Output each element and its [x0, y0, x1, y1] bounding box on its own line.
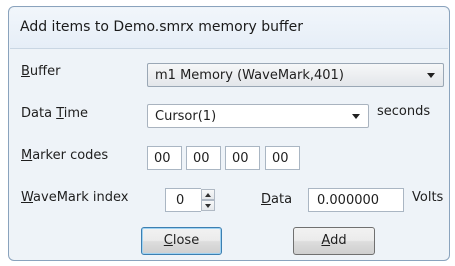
marker-code-field-1[interactable]: 00	[147, 146, 182, 170]
data-time-label-post: ime	[63, 106, 89, 121]
data-value-field[interactable]: 0.000000	[308, 188, 404, 212]
chevron-down-icon	[205, 204, 211, 208]
spin-down-button[interactable]	[201, 200, 215, 211]
wavemark-index-field[interactable]: 0	[165, 188, 201, 212]
add-button[interactable]: Add	[293, 227, 375, 255]
buffer-label-rest: uffer	[29, 64, 61, 79]
data-time-label: Data Time	[21, 106, 88, 121]
chevron-down-icon	[352, 114, 360, 119]
marker-code-field-3[interactable]: 00	[225, 146, 260, 170]
data-time-label-accel: T	[56, 106, 64, 121]
data-value-unit: Volts	[412, 190, 444, 205]
buffer-label-accel: B	[21, 64, 30, 79]
data-value-value: 0.000000	[317, 193, 380, 208]
chevron-down-icon	[427, 73, 435, 78]
marker-code-field-2[interactable]: 00	[186, 146, 221, 170]
buffer-select-value: m1 Memory (WaveMark,401)	[155, 68, 344, 83]
add-items-dialog: Add items to Demo.smrx memory buffer Buf…	[8, 6, 450, 261]
marker-codes-label-rest: arker codes	[32, 148, 109, 163]
marker-code-value-4: 00	[272, 151, 289, 166]
marker-code-field-4[interactable]: 00	[265, 146, 300, 170]
add-button-accel: A	[321, 233, 331, 248]
close-button-rest: lose	[172, 233, 200, 248]
wavemark-index-label-rest: aveMark index	[33, 190, 129, 205]
data-time-select[interactable]: Cursor(1)	[147, 104, 369, 128]
marker-code-value-1: 00	[154, 151, 171, 166]
data-time-label-pre: Data	[21, 106, 57, 121]
marker-code-value-2: 00	[193, 151, 210, 166]
data-value-label: Data	[261, 192, 292, 207]
buffer-select[interactable]: m1 Memory (WaveMark,401)	[147, 63, 444, 87]
marker-code-value-3: 00	[232, 151, 249, 166]
data-time-unit: seconds	[377, 104, 431, 119]
data-value-label-accel: D	[261, 192, 272, 207]
dialog-titlebar: Add items to Demo.smrx memory buffer	[10, 8, 448, 49]
close-button[interactable]: Close	[141, 227, 222, 255]
wavemark-index-label-accel: W	[21, 190, 34, 205]
add-button-rest: dd	[330, 233, 347, 248]
data-time-select-value: Cursor(1)	[155, 109, 217, 124]
dialog-title: Add items to Demo.smrx memory buffer	[20, 19, 304, 35]
data-value-label-rest: ata	[271, 192, 293, 207]
chevron-up-icon	[205, 193, 211, 197]
wavemark-index-label: WaveMark index	[21, 190, 128, 205]
wavemark-index-spinner	[201, 189, 215, 211]
wavemark-index-value: 0	[176, 193, 185, 208]
buffer-label: Buffer	[21, 64, 60, 79]
spin-up-button[interactable]	[201, 189, 215, 200]
close-button-accel: C	[163, 233, 173, 248]
marker-codes-label: Marker codes	[21, 148, 108, 163]
marker-codes-label-accel: M	[21, 148, 33, 163]
